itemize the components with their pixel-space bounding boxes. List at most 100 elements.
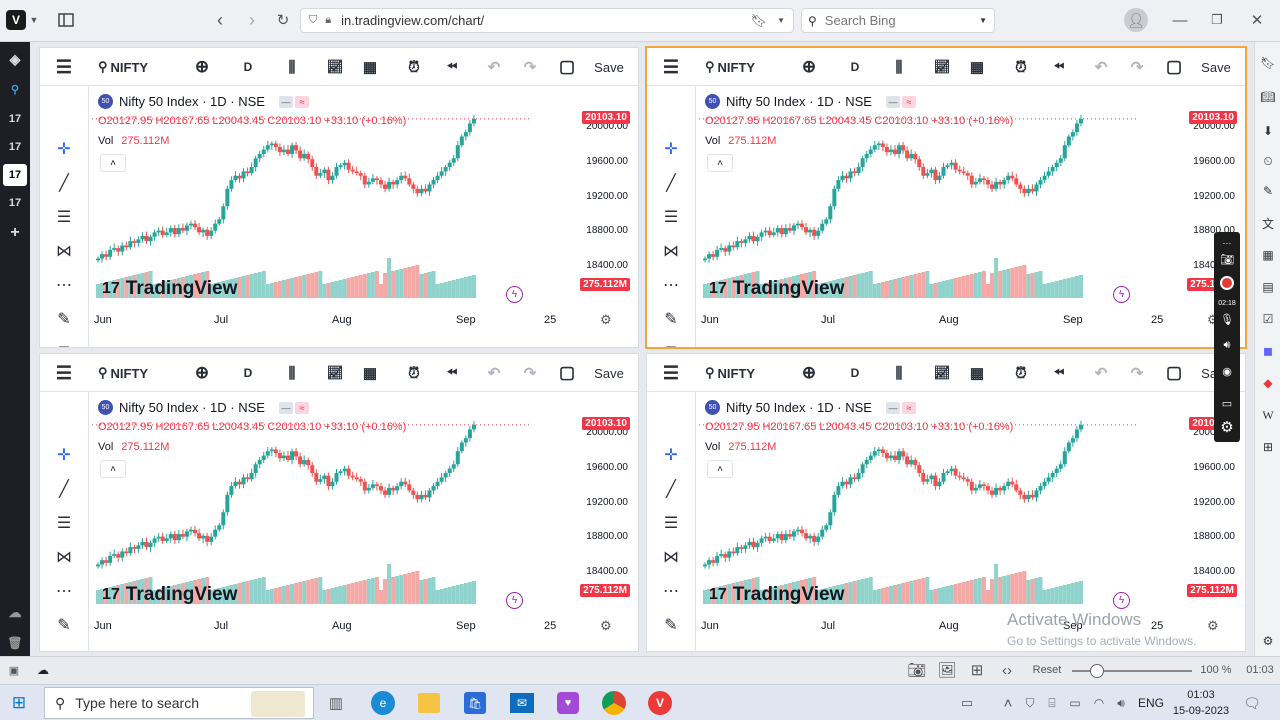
fib-icon[interactable]: ☰ [659,206,683,228]
taskbar-date[interactable]: 15-09-2023 [1172,703,1230,719]
menu-icon[interactable]: ☰ [52,363,76,383]
redo-icon[interactable]: ↷ [518,363,542,383]
bookmark-icon[interactable]: 🔖︎ [750,13,767,29]
alert-icon[interactable]: ⏰︎ [402,57,426,77]
indicators-icon[interactable]: 📈︎ [323,363,347,383]
trend-line-icon[interactable]: ╱ [52,172,76,194]
chart-settings-icon[interactable]: ⚙︎ [600,312,612,328]
speaker-icon[interactable]: 🔊︎ [1218,336,1236,354]
replay-icon[interactable]: ⏪︎ [440,363,464,383]
sync-cloud-icon[interactable]: ☁︎ [34,662,52,678]
menu-icon[interactable]: ☰ [659,57,683,77]
add-compare-icon[interactable]: ⊕ [797,363,821,383]
save-button[interactable]: Save [1199,57,1233,77]
indicators-icon[interactable]: 📈︎ [930,363,954,383]
tv-tab-3[interactable]: 17 [3,164,27,186]
lightning-icon[interactable]: ϟ [506,592,523,609]
mail-icon[interactable]: ✉ [510,693,534,713]
chart-pane-bottom-left[interactable]: ☰⚲ NIFTY⊕D⫼📈︎▦⏰︎⏪︎↶↷▢Save✛╱☰⋈⋯✎T◯50Nifty… [39,353,639,652]
translate-icon[interactable]: 文 [1259,214,1277,232]
chart-pane-bottom-right[interactable]: ☰⚲ NIFTY⊕D⫼📈︎▦⏰︎⏪︎↶↷▢Save✛╱☰⋈⋯✎T◯50Nifty… [646,353,1246,652]
vivaldi-social-icon[interactable]: ◆ [1259,374,1277,392]
maximize-icon[interactable]: ❐ [1207,10,1227,30]
notes-icon[interactable]: ✎ [1259,182,1277,200]
text-icon[interactable]: T [659,342,683,347]
lightning-icon[interactable]: ϟ [1113,286,1130,303]
page-actions-icon[interactable]: ‹› [998,662,1016,679]
redo-icon[interactable]: ↷ [1125,57,1149,77]
task-view-icon[interactable]: ▥ [326,693,346,713]
tv-tab-4[interactable]: 17 [3,192,27,214]
whiteboard-icon[interactable]: ▭ [1218,394,1236,412]
vivaldi-menu-icon[interactable]: V [6,10,26,30]
compare-badge[interactable]: ≈ [901,401,916,414]
symbol-search-icon[interactable]: ⚲ NIFTY [705,363,769,383]
brush-icon[interactable]: ✎ [52,614,76,636]
trash-icon[interactable]: 🗑︎ [3,632,27,654]
crosshair-icon[interactable]: ✛ [52,138,76,160]
zoom-slider[interactable] [1072,664,1192,678]
interval-selector[interactable]: D [236,363,260,383]
vivaldi-taskbar-icon[interactable]: V [648,691,672,715]
layout-icon[interactable]: ▢ [555,363,579,383]
symbol-name[interactable]: NIFTY [111,60,149,75]
undo-icon[interactable]: ↶ [1089,363,1113,383]
history-icon[interactable]: ⏲︎ [1259,152,1277,170]
layout-icon[interactable]: ▢ [1162,57,1186,77]
window-panel-icon[interactable]: ▦ [1259,246,1277,264]
save-button[interactable]: Save [592,57,626,77]
layers-icon[interactable]: ◈ [3,48,27,70]
symbol-name[interactable]: NIFTY [718,60,756,75]
microphone-icon[interactable]: 🎙︎ [1218,310,1236,328]
crosshair-icon[interactable]: ✛ [52,444,76,466]
zoom-slider-thumb[interactable] [1090,664,1104,678]
alert-icon[interactable]: ⏰︎ [1009,363,1033,383]
bar-style-icon[interactable]: ⫼ [887,57,911,77]
text-icon[interactable]: T [52,648,76,651]
lightning-icon[interactable]: ϟ [506,286,523,303]
meet-icon[interactable]: ▭ [956,694,978,712]
symbol-title[interactable]: Nifty 50 Index · 1D · NSE [119,400,265,415]
templates-icon[interactable]: ▦ [358,363,382,383]
cloud-icon[interactable]: ☁︎ [3,602,27,624]
symbol-search-icon[interactable]: ⚲ NIFTY [705,57,769,77]
hide-legend-button[interactable]: — [885,401,900,414]
brush-icon[interactable]: ✎ [659,614,683,636]
recorder-settings-icon[interactable]: ⚙︎ [1218,418,1236,436]
panel-toggle-icon[interactable] [55,10,77,30]
profile-avatar[interactable]: 👤︎ [1124,8,1148,32]
templates-icon[interactable]: ▦ [965,363,989,383]
layout-icon[interactable]: ▢ [555,57,579,77]
indicators-icon[interactable]: 📈︎ [323,57,347,77]
chrome-icon[interactable] [602,691,626,715]
brush-icon[interactable]: ✎ [659,308,683,330]
crosshair-icon[interactable]: ✛ [659,444,683,466]
minimize-icon[interactable]: — [1170,10,1190,30]
chart-pane-top-left[interactable]: ☰⚲ NIFTY⊕D⫼📈︎▦⏰︎⏪︎↶↷▢Save✛╱☰⋈⋯✎T◯50Nifty… [39,47,639,348]
pattern-icon[interactable]: ⋈ [52,546,76,568]
symbol-name[interactable]: NIFTY [111,366,149,381]
compare-badge[interactable]: ≈ [901,95,916,108]
image-toggle-icon[interactable]: 🖼︎ [937,662,956,679]
brush-icon[interactable]: ✎ [52,308,76,330]
indicators-icon[interactable]: 📈︎ [930,57,954,77]
alert-icon[interactable]: ⏰︎ [1009,57,1033,77]
bar-style-icon[interactable]: ⫼ [280,363,304,383]
store-icon[interactable]: 🛍︎ [464,692,486,714]
address-bar[interactable]: ⛉ 🔒︎ in.tradingview.com/chart/ 🔖︎ ▼ [300,8,794,33]
tray-network-device-icon[interactable]: ⌸ [1044,694,1060,712]
symbol-search-icon[interactable]: ⚲ NIFTY [98,363,162,383]
recorder-camera-icon[interactable]: 📷︎ [1218,250,1236,268]
fib-icon[interactable]: ☰ [659,512,683,534]
symbol-title[interactable]: Nifty 50 Index · 1D · NSE [726,400,872,415]
reload-icon[interactable]: ↻ [273,10,293,30]
hide-legend-button[interactable]: — [278,95,293,108]
add-panel-icon[interactable]: + [3,222,27,244]
undo-icon[interactable]: ↶ [1089,57,1113,77]
forward-icon[interactable]: › [242,10,262,30]
trend-line-icon[interactable]: ╱ [659,478,683,500]
prediction-icon[interactable]: ⋯ [52,274,76,296]
add-compare-icon[interactable]: ⊕ [190,363,214,383]
tray-chevron-icon[interactable]: ˄ [1000,694,1016,712]
language-indicator[interactable]: ENG [1136,694,1166,712]
